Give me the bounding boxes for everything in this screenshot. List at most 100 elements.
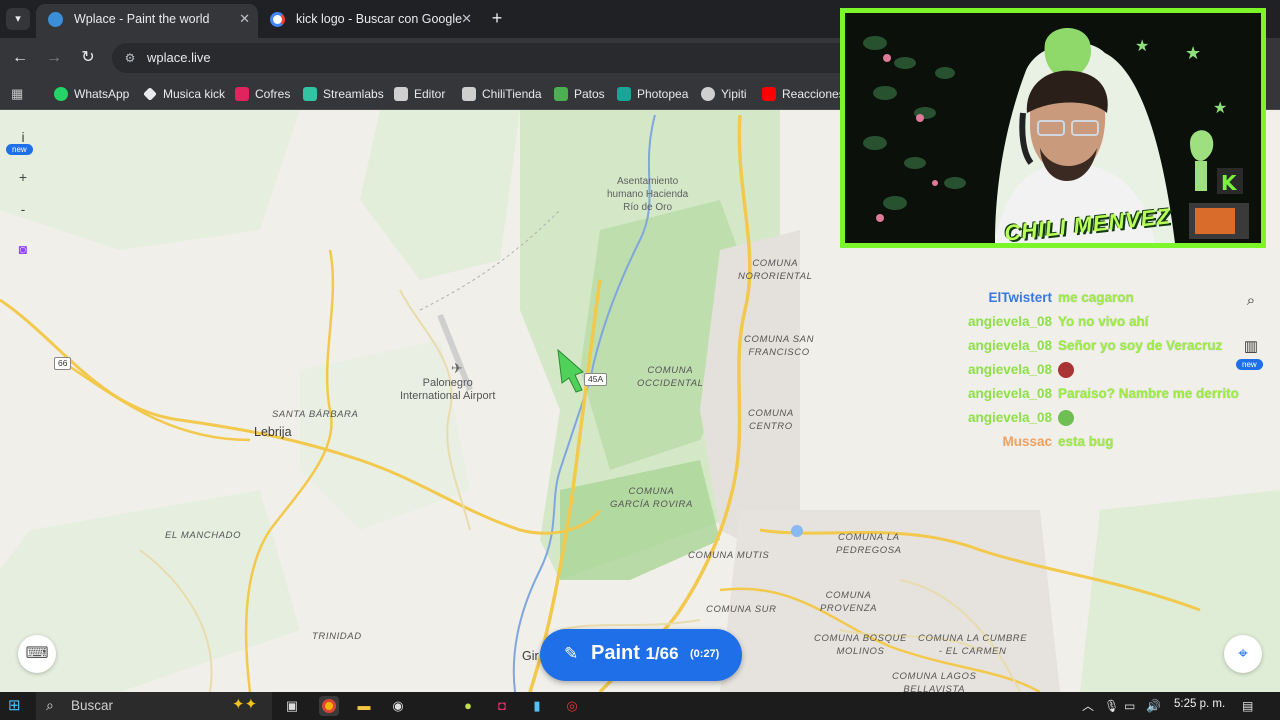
map-label-comuna-la-cumbre: COMUNA LA CUMBRE - EL CARMEN: [918, 633, 1028, 657]
bookmark-label: Photopea: [637, 87, 689, 101]
chrome-icon[interactable]: [319, 696, 339, 716]
whatsapp-icon: [54, 87, 68, 101]
arrow-left-icon[interactable]: ←: [10, 48, 30, 68]
tab-wplace[interactable]: Wplace - Paint the world ✕: [36, 4, 258, 38]
map-label-comuna-centro: COMUNA CENTRO: [748, 408, 794, 432]
chevron-up-icon[interactable]: ︿: [1082, 698, 1094, 714]
keyboard-button[interactable]: ⌨: [18, 635, 56, 673]
svg-text:★: ★: [1185, 43, 1201, 64]
bookmark-cofres[interactable]: Cofres: [235, 84, 290, 104]
sparkle-icon: ✦✦: [232, 696, 258, 713]
windows-taskbar: ⊞ ⌕ Buscar ✦✦ ▣ ▬ ◉ ● ◘ ▮ ◎ ︿ 🎙 ▭ 🔊 5:25…: [0, 692, 1280, 720]
paint-text: Paint: [591, 642, 640, 664]
webcam-scene: ★★★★ K: [845, 13, 1261, 243]
chat-message: Mussac esta bug: [900, 430, 1260, 454]
task-view-icon[interactable]: ▣: [282, 696, 302, 716]
svg-text:★: ★: [1213, 98, 1227, 117]
bookmark-photopea[interactable]: Photopea: [617, 84, 688, 104]
screen: ▾ Wplace - Paint the world ✕ kick logo -…: [0, 0, 1280, 720]
apps-grid-icon[interactable]: ▦: [11, 87, 25, 101]
chat-text: Señor yo soy de Veracruz: [1058, 338, 1223, 353]
bookmark-patos[interactable]: Patos: [554, 84, 605, 104]
obs-icon[interactable]: ◉: [388, 696, 408, 716]
locate-button[interactable]: ⌖: [1224, 635, 1262, 673]
new-tab-button[interactable]: +: [486, 7, 508, 29]
bookmark-label: Patos: [574, 87, 605, 101]
notifications-icon[interactable]: ▤: [1242, 698, 1253, 714]
arrow-right-icon[interactable]: →: [44, 48, 64, 68]
bookmark-whatsapp[interactable]: WhatsApp: [54, 84, 129, 104]
map-label-comuna-sur: COMUNA SUR: [706, 604, 777, 615]
reload-icon[interactable]: ↻: [78, 48, 98, 68]
paint-count: 1/66: [645, 644, 679, 663]
app-icon-red[interactable]: ◎: [562, 696, 582, 716]
info-icon: i: [21, 129, 25, 145]
bookmark-streamlabs[interactable]: Streamlabs: [303, 84, 384, 104]
chat-username: angievela_08: [967, 410, 1052, 425]
map-label-palonegro-airport: Palonegro International Airport: [400, 377, 496, 402]
plus-icon: +: [18, 169, 28, 185]
taskbar-search[interactable]: ⌕ Buscar ✦✦: [36, 692, 272, 720]
svg-text:★: ★: [1135, 36, 1149, 55]
chat-message: angievela_08 Paraiso? Nambre me derrito: [900, 382, 1260, 406]
map-label-comuna-garcia-rovira: COMUNA GARCÍA ROVIRA: [610, 486, 693, 510]
bookmark-label: Editor: [414, 87, 446, 101]
bookmark-chilitienda[interactable]: ChiliTienda: [462, 84, 542, 104]
bookmark-label: Yipiti: [721, 87, 747, 101]
taskbar-search-text: Buscar: [71, 698, 114, 713]
zoom-in-button[interactable]: +: [8, 164, 38, 190]
tab-title: Wplace - Paint the world: [74, 12, 210, 26]
volume-icon[interactable]: 🔊: [1146, 698, 1161, 714]
paint-timer: (0:27): [690, 648, 720, 660]
map-label-comuna-provenza: COMUNA PROVENZA: [820, 590, 878, 614]
app-icon-blue[interactable]: ▮: [527, 696, 547, 716]
diamond-icon: [143, 87, 157, 101]
map-label-comuna-mutis: COMUNA MUTIS: [688, 550, 770, 561]
twitch-icon[interactable]: ◙: [8, 236, 38, 262]
map-label-comuna-san-francisco: COMUNA SAN FRANCISCO: [744, 334, 815, 358]
map-label-comuna-nororiental: COMUNA NORORIENTAL: [738, 258, 813, 282]
site-settings-icon[interactable]: ⚙: [122, 50, 138, 66]
map-label-comuna-bosque-molinos: COMUNA BOSQUE MOLINOS: [814, 633, 907, 657]
bookmark-musica-kick[interactable]: Musica kick: [143, 84, 225, 104]
chat-message: angievela_08: [900, 406, 1260, 430]
photopea-icon: [617, 87, 631, 101]
chat-username: angievela_08: [967, 386, 1052, 401]
chat-text: esta bug: [1058, 434, 1114, 449]
bookmark-label: ChiliTienda: [482, 87, 542, 101]
chat-username: angievela_08: [967, 338, 1052, 353]
google-icon: [270, 12, 285, 27]
close-tab-icon[interactable]: ✕: [239, 4, 250, 34]
tab-search-icon[interactable]: ▾: [6, 8, 30, 30]
map-label-lebrija: Lebrija: [254, 425, 292, 439]
chat-message: angievela_08: [900, 358, 1260, 382]
bookmark-editor[interactable]: Editor: [394, 84, 445, 104]
tab-google-search[interactable]: kick logo - Buscar con Google ✕: [258, 4, 480, 38]
network-icon[interactable]: ▭: [1124, 698, 1135, 714]
map-label-comuna-la-pedregosa: COMUNA LA PEDREGOSA: [836, 532, 902, 556]
close-tab-icon[interactable]: ✕: [461, 4, 472, 34]
file-explorer-icon[interactable]: ▬: [354, 696, 374, 716]
duck-icon: [554, 87, 568, 101]
chatgpt-icon: [701, 87, 715, 101]
wix-icon: [462, 87, 476, 101]
keyboard-icon: ⌨: [25, 645, 49, 662]
taskbar-clock[interactable]: 5:25 p. m.: [1174, 698, 1225, 710]
youtube-icon: [762, 87, 776, 101]
bookmark-reacciones[interactable]: Reacciones: [762, 84, 845, 104]
windows-start-icon[interactable]: ⊞: [8, 698, 24, 714]
zoom-out-button[interactable]: -: [8, 196, 38, 222]
instagram-icon[interactable]: ◘: [492, 696, 512, 716]
microphone-icon[interactable]: 🎙: [1104, 698, 1119, 714]
chat-message: angievela_08 Yo no vivo ahí: [900, 310, 1260, 334]
map-label-trinidad: TRINIDAD: [312, 631, 362, 642]
map-label-asentamiento: Asentamiento humano Hacienda Río de Oro: [607, 176, 689, 213]
map-label-giron: Gir: [522, 649, 539, 663]
bookmark-label: Musica kick: [163, 87, 226, 101]
url-text[interactable]: wplace.live: [147, 50, 211, 65]
paint-button[interactable]: ✎ Paint 1/66 (0:27): [540, 629, 742, 681]
bookmark-yipiti[interactable]: Yipiti: [701, 84, 747, 104]
app-icon-lime[interactable]: ●: [458, 696, 478, 716]
stream-chat: ElTwistert me cagaron angievela_08 Yo no…: [900, 286, 1260, 454]
globe-icon: [48, 12, 63, 27]
